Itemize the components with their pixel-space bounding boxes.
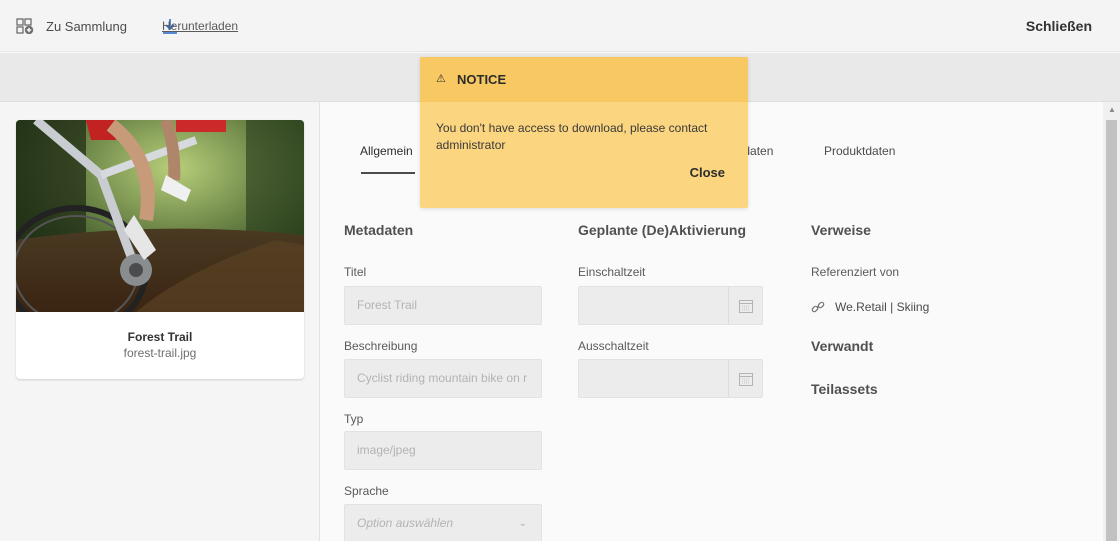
vertical-scrollbar[interactable]: ▲	[1103, 102, 1120, 541]
tab-product-data[interactable]: Produktdaten	[824, 144, 895, 158]
language-select[interactable]: Option auswählen ⌄	[344, 504, 542, 541]
off-time-calendar-button[interactable]	[728, 360, 762, 397]
description-label: Beschreibung	[344, 339, 418, 353]
notice-dialog: ⚠ NOTICE You don't have access to downlo…	[420, 57, 748, 208]
add-to-collection-button[interactable]: Zu Sammlung	[16, 18, 127, 34]
language-label: Sprache	[344, 484, 389, 498]
calendar-icon	[738, 299, 753, 313]
scroll-up-icon[interactable]: ▲	[1108, 105, 1116, 114]
active-tab-indicator	[361, 172, 415, 174]
activation-heading: Geplante (De)Aktivierung	[578, 222, 747, 238]
references-heading: Verweise	[811, 222, 871, 238]
collection-add-icon	[16, 18, 34, 34]
on-time-calendar-button[interactable]	[728, 287, 762, 324]
on-time-label: Einschaltzeit	[578, 265, 646, 279]
download-button[interactable]: Herunterladen	[162, 18, 238, 34]
asset-preview-panel: Forest Trail forest-trail.jpg	[0, 102, 320, 541]
reference-link[interactable]: We.Retail | Skiing	[811, 300, 929, 314]
close-button[interactable]: Schließen	[1026, 18, 1092, 34]
asset-filename: forest-trail.jpg	[123, 346, 197, 360]
on-time-field[interactable]	[578, 286, 763, 325]
reference-link-label: We.Retail | Skiing	[835, 300, 930, 314]
metadata-heading: Metadaten	[344, 222, 414, 238]
top-toolbar: Zu Sammlung Herunterladen Schließen	[0, 0, 1120, 52]
download-label: Herunterladen	[162, 19, 239, 33]
asset-thumbnail	[16, 120, 304, 312]
add-to-collection-label: Zu Sammlung	[46, 18, 127, 34]
title-field[interactable]: Forest Trail	[344, 286, 542, 325]
off-time-field[interactable]	[578, 359, 763, 398]
description-field[interactable]: Cyclist riding mountain bike on r	[344, 359, 542, 398]
notice-message: You don't have access to download, pleas…	[436, 121, 708, 152]
calendar-icon	[738, 372, 753, 386]
referenced-by-label: Referenziert von	[811, 265, 900, 279]
warning-icon: ⚠	[436, 73, 446, 85]
subassets-heading: Teilassets	[811, 381, 878, 397]
link-icon	[811, 301, 825, 313]
type-label: Typ	[344, 412, 364, 426]
tab-general[interactable]: Allgemein	[360, 144, 413, 158]
chevron-down-icon: ⌄	[518, 518, 527, 529]
type-field[interactable]: image/jpeg	[344, 431, 542, 470]
notice-header: ⚠ NOTICE	[420, 57, 748, 102]
notice-title: NOTICE	[457, 72, 507, 87]
asset-card[interactable]: Forest Trail forest-trail.jpg	[16, 120, 304, 379]
scroll-thumb[interactable]	[1106, 120, 1117, 541]
asset-title: Forest Trail	[127, 330, 193, 344]
off-time-label: Ausschaltzeit	[578, 339, 649, 353]
title-label: Titel	[344, 265, 367, 279]
language-select-placeholder: Option auswählen	[357, 516, 454, 530]
notice-close-button[interactable]: Close	[690, 165, 725, 180]
related-heading: Verwandt	[811, 338, 874, 354]
